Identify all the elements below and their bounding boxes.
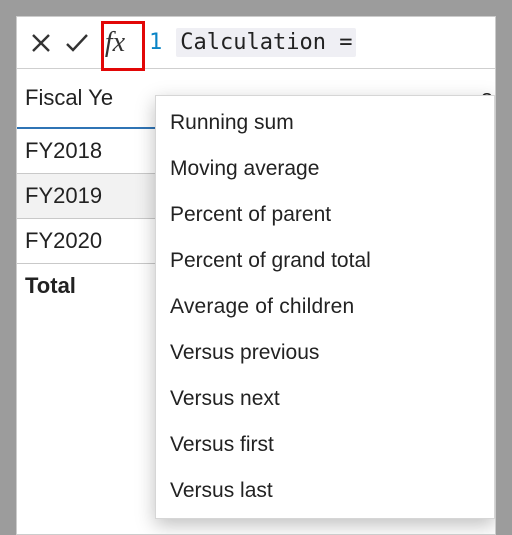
- cell-total-label: Total: [17, 273, 154, 299]
- cancel-button[interactable]: [23, 21, 59, 65]
- formula-bar: fx 1 Calculation =: [17, 17, 495, 69]
- menu-item-versus-last[interactable]: Versus last: [156, 468, 494, 514]
- accept-button[interactable]: [59, 21, 95, 65]
- menu-item-running-sum[interactable]: Running sum: [156, 100, 494, 146]
- fx-button[interactable]: fx: [95, 21, 135, 65]
- menu-item-average-of-children[interactable]: Average of children: [156, 284, 494, 330]
- column-header-fiscal-year[interactable]: Fiscal Ye: [17, 85, 154, 111]
- formula-line-number: 1: [149, 30, 162, 55]
- cell-fiscal-year: FY2018: [17, 138, 154, 164]
- cell-fiscal-year: FY2020: [17, 228, 154, 254]
- close-icon: [30, 32, 52, 54]
- menu-item-versus-previous[interactable]: Versus previous: [156, 330, 494, 376]
- fx-icon: fx: [105, 27, 125, 59]
- menu-item-versus-next[interactable]: Versus next: [156, 376, 494, 422]
- check-icon: [64, 32, 90, 54]
- menu-item-percent-of-grand-total[interactable]: Percent of grand total: [156, 238, 494, 284]
- formula-input[interactable]: Calculation =: [176, 28, 356, 57]
- calculation-template-menu: Running sum Moving average Percent of pa…: [155, 95, 495, 519]
- menu-item-percent-of-parent[interactable]: Percent of parent: [156, 192, 494, 238]
- cell-fiscal-year: FY2019: [17, 183, 154, 209]
- menu-item-moving-average[interactable]: Moving average: [156, 146, 494, 192]
- menu-item-versus-first[interactable]: Versus first: [156, 422, 494, 468]
- visual-panel: fx 1 Calculation = Fiscal Ye o FY2018 8 …: [16, 16, 496, 535]
